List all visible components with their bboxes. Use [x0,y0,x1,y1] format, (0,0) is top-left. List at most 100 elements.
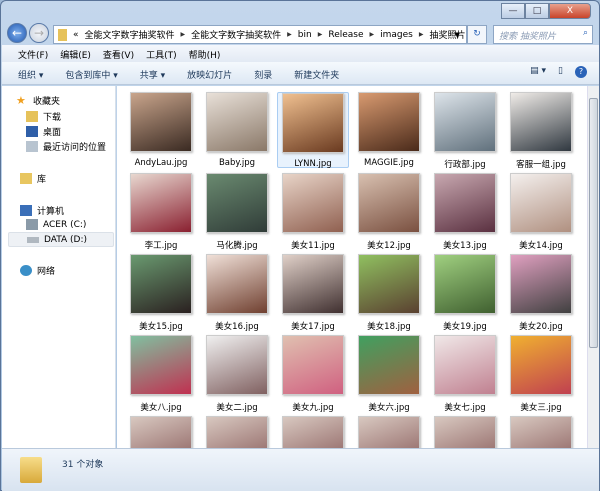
menu-help[interactable]: 帮助(H) [189,48,221,62]
file-item[interactable]: 美女17.jpg [277,254,349,332]
file-name: 美女12.jpg [367,241,411,251]
sidebar-item-downloads[interactable]: 下载 [26,110,61,123]
menu-tools[interactable]: 工具(T) [146,48,177,62]
file-item[interactable]: 行政部.jpg [429,92,501,170]
file-item[interactable]: 美女18.jpg [353,254,425,332]
image-thumbnail [206,173,268,233]
file-item[interactable] [201,416,273,448]
file-item[interactable]: 李工.jpg [125,173,197,251]
file-name: 美女八.jpg [140,403,182,413]
image-thumbnail [358,92,420,152]
menu-edit[interactable]: 编辑(E) [60,48,91,62]
file-item[interactable]: 美女12.jpg [353,173,425,251]
file-name: 客服一组.jpg [516,160,566,170]
file-name: Baby.jpg [218,158,256,168]
sidebar-item-library[interactable]: 库 [20,172,46,185]
organize-button[interactable]: 组织 ▾ [18,68,43,84]
breadcrumb-0[interactable]: 全能文字数字抽奖软件 [85,28,175,41]
image-thumbnail [510,335,572,395]
file-name: 美女20.jpg [519,322,563,332]
file-item[interactable]: 美女20.jpg [505,254,577,332]
file-item[interactable] [125,416,197,448]
scrollbar-thumb[interactable] [589,98,598,348]
file-item[interactable]: 美女九.jpg [277,335,349,413]
help-icon[interactable]: ? [575,66,587,78]
image-thumbnail [282,173,344,233]
file-name: 美女19.jpg [443,322,487,332]
sidebar-label: 桌面 [43,128,62,138]
file-item[interactable]: AndyLau.jpg [125,92,197,168]
sidebar-item-favorites[interactable]: ★ 收藏夹 [16,94,60,107]
breadcrumb-1[interactable]: 全能文字数字抽奖软件 [191,28,281,41]
sidebar-item-drive-c[interactable]: ACER (C:) [26,219,86,230]
sidebar-label: ACER (C:) [43,219,87,230]
chevron-down-icon[interactable]: ▼ [455,31,460,39]
item-count: 31 个对象 [62,460,104,470]
image-thumbnail [206,92,268,152]
forward-button[interactable]: → [29,23,49,43]
sidebar-item-desktop[interactable]: 桌面 [26,125,61,138]
sidebar-label: 收藏夹 [33,97,61,107]
file-item[interactable]: 美女六.jpg [353,335,425,413]
search-placeholder: 搜索 抽奖照片 [499,32,556,42]
file-item[interactable]: Baby.jpg [201,92,273,168]
file-item[interactable]: LYNN.jpg [277,92,349,169]
slideshow-button[interactable]: 放映幻灯片 [187,68,232,84]
image-thumbnail [130,92,192,152]
burn-button[interactable]: 刻录 [254,68,272,84]
file-item[interactable]: 美女三.jpg [505,335,577,413]
file-item[interactable]: 客服一组.jpg [505,92,577,170]
file-item[interactable]: 美女16.jpg [201,254,273,332]
file-item[interactable]: 美女八.jpg [125,335,197,413]
breadcrumb-4[interactable]: images [380,30,413,40]
breadcrumb-2[interactable]: bin [298,30,312,40]
navigation-pane: ★ 收藏夹 下载 桌面 最近访问的位置 库 计算机 ACER (C:) DATA … [2,86,116,448]
menu-view[interactable]: 查看(V) [103,48,134,62]
vertical-scrollbar[interactable] [587,86,599,448]
file-name: 美女三.jpg [520,403,562,413]
breadcrumb-5[interactable]: 抽奖照片 [430,28,466,41]
file-item[interactable]: 马化腾.jpg [201,173,273,251]
file-item[interactable]: 美女19.jpg [429,254,501,332]
image-thumbnail [510,92,572,152]
file-item[interactable] [277,416,349,448]
breadcrumb-3[interactable]: Release [328,30,363,40]
file-item[interactable]: 美女11.jpg [277,173,349,251]
file-item[interactable] [353,416,425,448]
share-button[interactable]: 共享 ▾ [140,68,165,84]
file-item[interactable]: MAGGIE.jpg [353,92,425,168]
sidebar-item-drive-d[interactable]: DATA (D:) [8,232,114,247]
file-item[interactable]: 美女15.jpg [125,254,197,332]
view-options-icon[interactable]: ▤ ▾ [530,66,546,78]
breadcrumb-overflow[interactable]: « [73,30,79,40]
file-item[interactable]: 美女二.jpg [201,335,273,413]
minimize-button[interactable]: — [501,3,525,19]
refresh-button[interactable]: ↻ [467,25,487,44]
file-item[interactable] [505,416,577,448]
file-name: 行政部.jpg [444,160,486,170]
sidebar-label: 下载 [43,113,62,123]
back-button[interactable]: ← [7,23,27,43]
preview-pane-icon[interactable]: ▯ [558,66,563,78]
include-in-library-button[interactable]: 包含到库中 ▾ [65,68,117,84]
sidebar-item-recent[interactable]: 最近访问的位置 [26,140,106,153]
address-bar[interactable]: « 全能文字数字抽奖软件 ▶ 全能文字数字抽奖软件 ▶ bin ▶ Release ▶ … [53,25,467,44]
file-item[interactable]: 美女13.jpg [429,173,501,251]
new-folder-button[interactable]: 新建文件夹 [294,68,339,84]
maximize-button[interactable]: □ [525,3,549,19]
search-input[interactable]: 搜索 抽奖照片 ⌕ [493,25,593,44]
file-item[interactable]: 美女七.jpg [429,335,501,413]
file-name: LYNN.jpg [294,159,332,169]
file-name: 美女七.jpg [444,403,486,413]
downloads-icon [26,111,38,122]
drive-icon [27,236,39,243]
close-button[interactable]: X [549,3,591,19]
sidebar-item-computer[interactable]: 计算机 [20,204,64,217]
file-name: 美女13.jpg [443,241,487,251]
sidebar-item-network[interactable]: 网络 [20,264,55,277]
image-thumbnail [434,92,496,152]
menu-file[interactable]: 文件(F) [18,48,48,62]
file-item[interactable] [429,416,501,448]
search-icon[interactable]: ⌕ [583,28,588,38]
file-item[interactable]: 美女14.jpg [505,173,577,251]
